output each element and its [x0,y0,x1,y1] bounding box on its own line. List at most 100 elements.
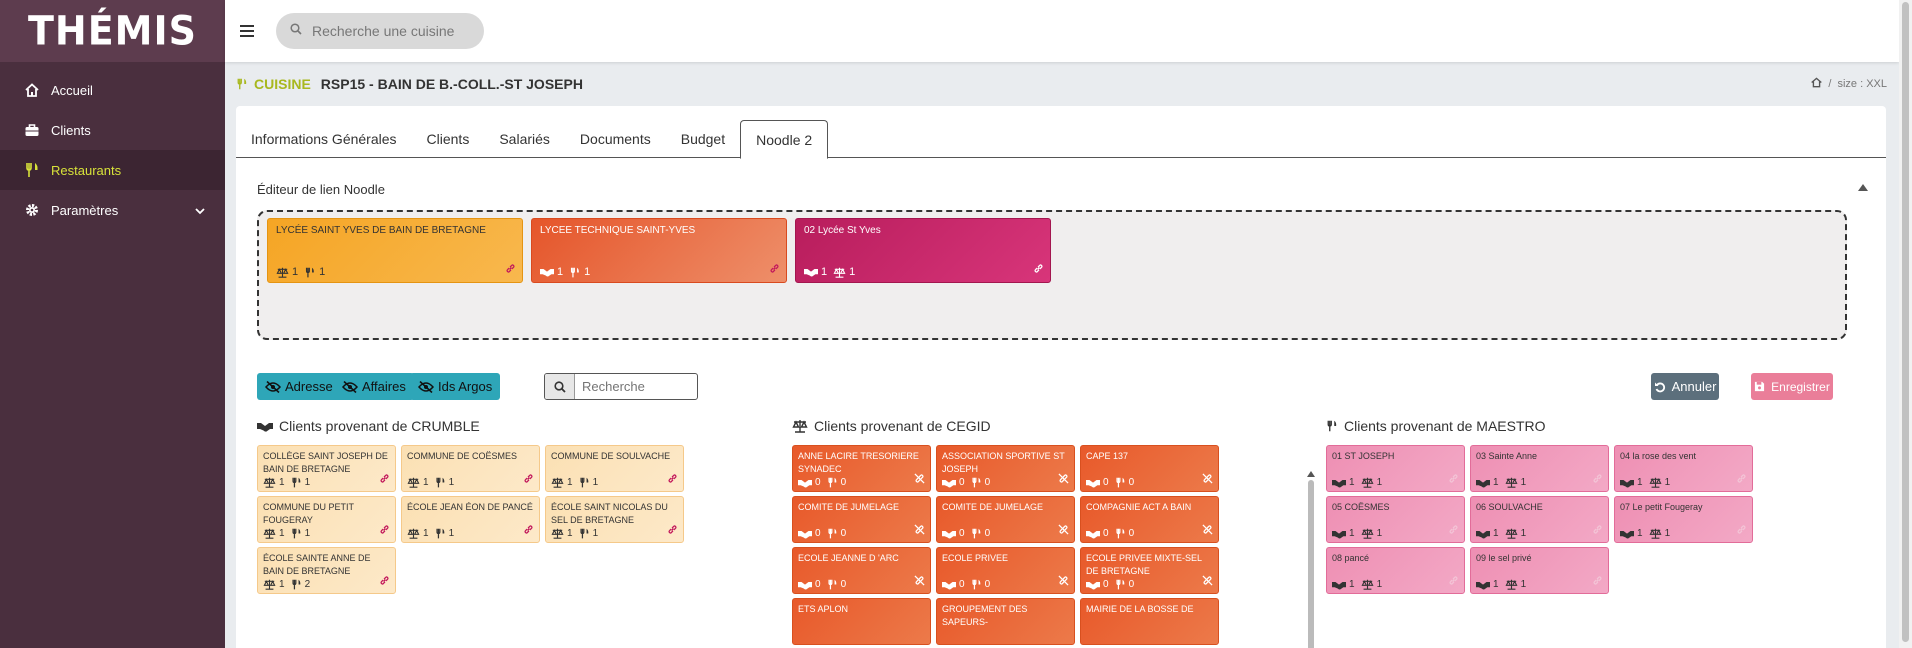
link-icon[interactable] [1592,524,1603,539]
handshake-icon [257,422,273,432]
toggle-ids-argos-button[interactable]: Ids Argos [410,373,501,400]
count-value: 1 [1349,477,1355,488]
cegid-client-card[interactable]: ASSOCIATION SPORTIVE ST JOSEPH 0 0 [936,445,1075,492]
scale-icon [263,477,276,488]
cegid-client-card[interactable]: GROUPEMENT DES SAPEURS- [936,598,1075,645]
cegid-client-card[interactable]: COMPAGNIE ACT A BAIN 0 0 [1080,496,1219,543]
link-icon[interactable] [1448,524,1459,539]
collapse-icon[interactable] [1858,184,1868,191]
editor-title: Éditeur de lien Noodle [257,182,385,197]
unlink-icon[interactable] [1202,473,1213,488]
link-icon[interactable] [505,263,516,277]
tab-informations-generales[interactable]: Informations Générales [236,120,412,158]
sidebar-item-parametres[interactable]: Paramètres [0,190,225,230]
client-name: 09 le sel privé [1476,553,1532,563]
crumble-client-card[interactable]: COMMUNE DE COËSMES 1 1 [401,445,540,492]
toggle-affaires-button[interactable]: Affaires [334,373,414,400]
cancel-label: Annuler [1671,379,1717,394]
crumble-client-card[interactable]: COMMUNE DE SOULVACHE 1 1 [545,445,684,492]
link-icon[interactable] [379,473,390,488]
unlink-icon[interactable] [1202,524,1213,539]
link-icon[interactable] [1736,524,1747,539]
linked-card[interactable]: 02 Lycée St Yves 1 1 [795,218,1051,283]
handshake-icon [942,479,956,487]
cegid-client-card[interactable]: ANNE LACIRE TRESORIERE SYNADEC 0 0 [792,445,931,492]
link-icon[interactable] [1033,263,1044,277]
link-icon[interactable] [1592,575,1603,590]
cegid-client-card[interactable]: COMITE DE JUMELAGE 0 0 [936,496,1075,543]
link-icon[interactable] [1448,473,1459,488]
sidebar-item-restaurants[interactable]: Restaurants [0,150,225,190]
link-icon[interactable] [667,473,678,488]
cancel-button[interactable]: Annuler [1651,373,1719,400]
scale-icon [551,528,564,539]
toggle-adresse-button[interactable]: Adresse [257,373,341,400]
crumble-client-card[interactable]: COMMUNE DU PETIT FOUGERAY 1 1 [257,496,396,543]
client-search-input[interactable] [575,374,695,399]
unlink-icon[interactable] [1058,524,1069,539]
utensils-icon [236,77,248,91]
linked-card[interactable]: LYCEE TECHNIQUE SAINT-YVES 1 1 [531,218,787,283]
maestro-client-card[interactable]: 08 pancé 1 1 [1326,547,1465,594]
maestro-client-card[interactable]: 03 Sainte Anne 1 1 [1470,445,1609,492]
cegid-client-card[interactable]: COMITE DE JUMELAGE 0 0 [792,496,931,543]
maestro-client-card[interactable]: 01 ST JOSEPH 1 1 [1326,445,1465,492]
toggle-affaires-label: Affaires [362,379,406,394]
link-icon[interactable] [769,263,780,277]
app-logo[interactable]: THÉMIS [28,8,197,54]
sidebar-item-clients[interactable]: Clients [0,110,225,150]
chevron-down-icon[interactable] [195,203,205,218]
sidebar-item-accueil[interactable]: Accueil [0,70,225,110]
cegid-client-card[interactable]: ECOLE JEANNE D 'ARC 0 0 [792,547,931,594]
home-icon[interactable] [1811,77,1823,91]
page-scrollbar[interactable] [1899,0,1912,648]
tab-clients[interactable]: Clients [412,120,485,158]
cegid-client-card[interactable]: MAIRIE DE LA BOSSE DE [1080,598,1219,645]
unlink-icon[interactable] [1058,575,1069,590]
handshake-icon [1332,530,1346,538]
link-icon[interactable] [1592,473,1603,488]
maestro-client-card[interactable]: 09 le sel privé 1 1 [1470,547,1609,594]
scroll-up-icon[interactable] [1307,471,1315,477]
cegid-client-card[interactable]: ECOLE PRIVEE MIXTE-SEL DE BRETAGNE 0 0 [1080,547,1219,594]
save-button[interactable]: Enregistrer [1751,373,1833,400]
maestro-client-card[interactable]: 07 Le petit Fougeray 1 1 [1614,496,1753,543]
menu-icon[interactable] [240,21,260,42]
link-icon[interactable] [379,524,390,539]
cegid-client-card[interactable]: CAPE 137 0 0 [1080,445,1219,492]
count-value: 1 [1520,579,1527,590]
tab-salaries[interactable]: Salariés [484,120,565,158]
maestro-client-card[interactable]: 05 COËSMES 1 1 [1326,496,1465,543]
cegid-client-card[interactable]: ECOLE PRIVEE 0 0 [936,547,1075,594]
cegid-scrollbar-thumb[interactable] [1308,480,1314,648]
client-name: 01 ST JOSEPH [1332,451,1395,461]
crumble-client-card[interactable]: ÉCOLE SAINT NICOLAS DU SEL DE BRETAGNE 1 1 [545,496,684,543]
link-icon[interactable] [1448,575,1459,590]
link-icon[interactable] [523,473,534,488]
scale-icon [792,420,808,433]
link-icon[interactable] [1736,473,1747,488]
link-icon[interactable] [523,524,534,539]
cuisine-search-input[interactable] [312,23,472,39]
maestro-client-card[interactable]: 04 la rose des vent 1 1 [1614,445,1753,492]
unlink-icon[interactable] [914,524,925,539]
unlink-icon[interactable] [1058,473,1069,488]
maestro-client-card[interactable]: 06 SOULVACHE 1 1 [1470,496,1609,543]
page-scrollbar-thumb[interactable] [1902,2,1909,642]
tab-noodle-2[interactable]: Noodle 2 [740,120,829,159]
crumble-client-card[interactable]: ÉCOLE JEAN ÉON DE PANCÉ 1 1 [401,496,540,543]
cegid-client-card[interactable]: ETS APLON [792,598,931,645]
unlink-icon[interactable] [914,575,925,590]
unlink-icon[interactable] [914,473,925,488]
tab-budget[interactable]: Budget [666,120,740,158]
linked-card[interactable]: LYCÉE SAINT YVES DE BAIN DE BRETAGNE 1 1 [267,218,523,283]
tab-documents[interactable]: Documents [565,120,666,158]
link-dropzone[interactable]: LYCÉE SAINT YVES DE BAIN DE BRETAGNE 1 1… [257,210,1847,340]
crumble-client-card[interactable]: COLLÈGE SAINT JOSEPH DE BAIN DE BRETAGNE… [257,445,396,492]
link-icon[interactable] [379,575,390,590]
handshake-icon [942,581,956,589]
crumble-client-card[interactable]: ÉCOLE SAINTE ANNE DE BAIN DE BRETAGNE 1 2 [257,547,396,594]
cegid-scrollbar[interactable] [1306,467,1316,648]
unlink-icon[interactable] [1202,575,1213,590]
link-icon[interactable] [667,524,678,539]
